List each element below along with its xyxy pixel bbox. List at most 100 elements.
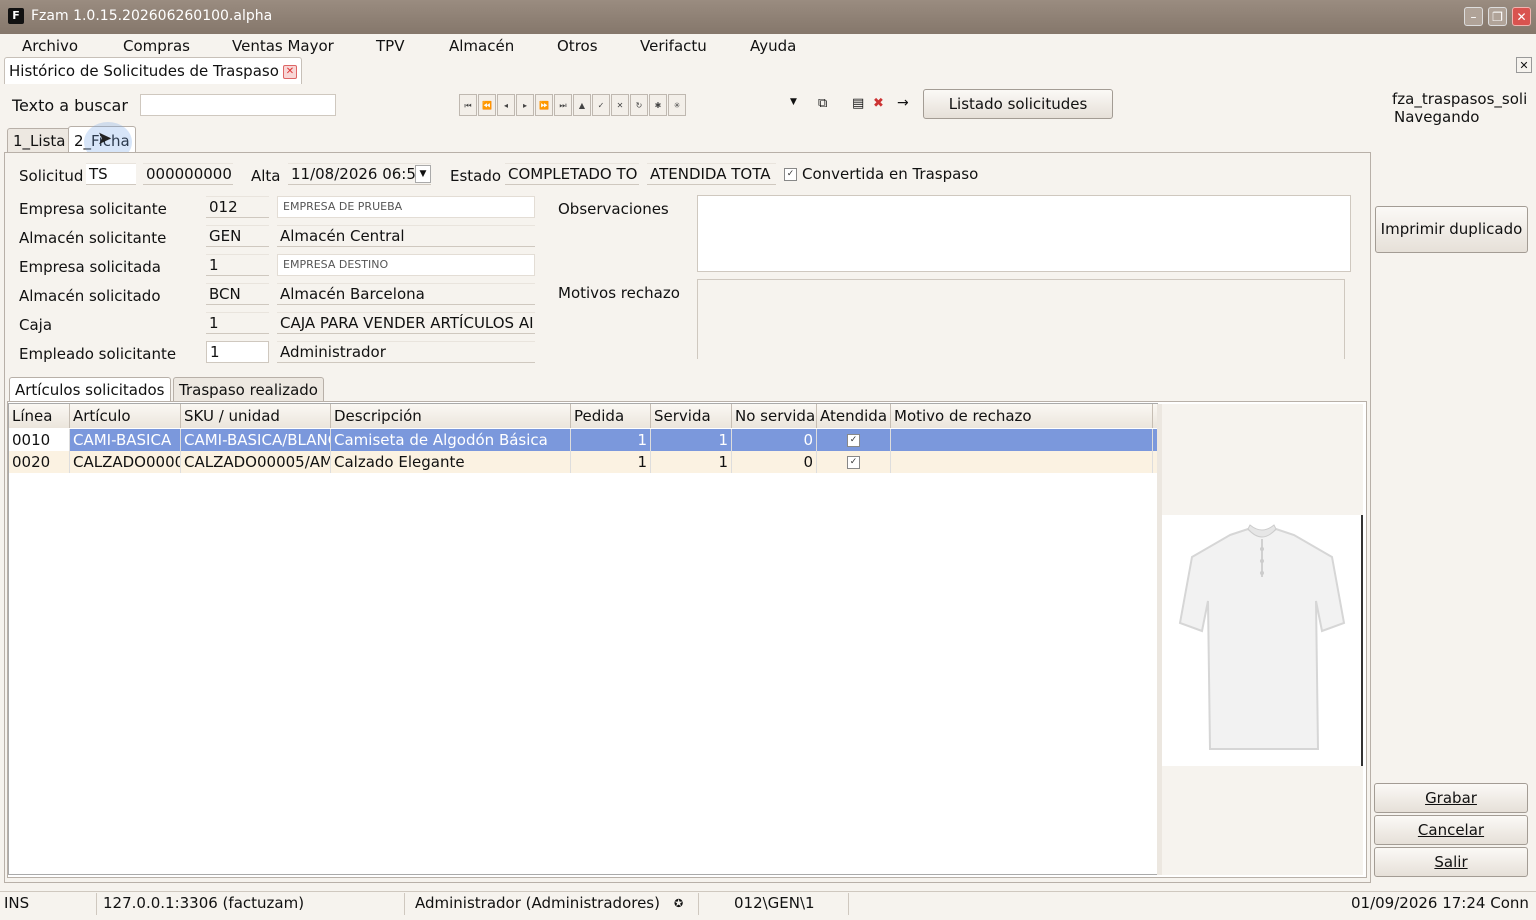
last-page-icon[interactable]: ⏭ — [554, 94, 572, 116]
status-mode: INS — [4, 894, 30, 912]
almacen-solicitante-label: Almacén solicitante — [19, 229, 167, 247]
solicitud-label: Solicitud — [19, 167, 84, 185]
confirm-icon[interactable]: ✓ — [592, 94, 610, 116]
cancel-edit-icon[interactable]: ✕ — [611, 94, 629, 116]
first-page-icon[interactable]: ⏮ — [459, 94, 477, 116]
alta-label: Alta — [251, 167, 281, 185]
listado-solicitudes-button[interactable]: Listado solicitudes — [923, 89, 1113, 119]
minimize-button[interactable]: – — [1464, 7, 1483, 26]
salir-button[interactable]: Salir — [1374, 847, 1528, 877]
search-input[interactable] — [140, 94, 336, 116]
col-header-sku[interactable]: SKU / unidad — [181, 404, 331, 428]
caja-label: Caja — [19, 316, 53, 334]
grabar-button[interactable]: Grabar — [1374, 783, 1528, 813]
col-header-descripcion[interactable]: Descripción — [331, 404, 571, 428]
bookmark-icon[interactable]: ✱ — [649, 94, 667, 116]
app-logo-icon: F — [8, 8, 24, 24]
mode-indicator: Navegando — [1394, 108, 1480, 126]
atendida-checkbox[interactable]: ✓ — [847, 456, 860, 469]
atendida-checkbox[interactable]: ✓ — [847, 434, 860, 447]
tab-traspaso-realizado[interactable]: Traspaso realizado — [173, 377, 324, 401]
copy-icon[interactable]: ⧉ — [818, 96, 827, 111]
cell-linea: 0010 — [9, 429, 70, 451]
observaciones-textarea[interactable] — [697, 195, 1351, 272]
chevron-down-icon[interactable]: ▼ — [415, 165, 431, 183]
search-label: Texto a buscar — [12, 96, 128, 115]
serie-field[interactable]: TS — [86, 163, 136, 185]
close-window-button[interactable]: ✕ — [1512, 7, 1531, 26]
estado-field-1[interactable]: COMPLETADO TO — [505, 163, 639, 185]
caja-code[interactable]: 1 — [206, 312, 269, 334]
empresa-solicitante-code[interactable]: 012 — [206, 196, 269, 218]
window-title: Fzam 1.0.15.202606260100.alpha — [31, 8, 273, 24]
delete-icon[interactable]: ✖ — [873, 96, 884, 111]
menu-almacen[interactable]: Almacén — [449, 37, 514, 55]
close-tab-icon[interactable]: ✕ — [282, 64, 297, 79]
menu-tpv[interactable]: TPV — [376, 37, 404, 55]
insert-icon[interactable]: ▲ — [573, 94, 591, 116]
cell-articulo: CAMI-BASICA — [70, 429, 181, 451]
col-header-atendida[interactable]: Atendida — [817, 404, 891, 428]
cell-descripcion: Calzado Elegante — [331, 451, 571, 473]
empresa-solicitada-label: Empresa solicitada — [19, 258, 161, 276]
numero-field[interactable]: 000000000 — [143, 163, 233, 185]
user-status-icon: ✪ — [674, 897, 684, 910]
motivos-textarea[interactable] — [697, 279, 1345, 359]
table-row[interactable]: 0020 CALZADO00005 CALZADO00005/AM Calzad… — [9, 451, 1157, 473]
dropdown-arrow-icon[interactable]: ▼ — [790, 97, 797, 107]
almacen-solicitado-name: Almacén Barcelona — [277, 283, 535, 305]
empleado-name: Administrador — [277, 341, 535, 363]
cell-motivo — [891, 429, 1153, 451]
empresa-solicitada-name: EMPRESA DESTINO — [277, 254, 535, 276]
close-panel-icon[interactable]: ✕ — [1516, 57, 1532, 73]
almacen-solicitado-code[interactable]: BCN — [206, 283, 269, 305]
cancelar-button[interactable]: Cancelar — [1374, 815, 1528, 845]
next-record-icon[interactable]: ▸ — [516, 94, 534, 116]
motivos-label: Motivos rechazo — [558, 284, 680, 302]
mouse-cursor-icon: ➤ — [97, 128, 113, 149]
menu-ventas-mayor[interactable]: Ventas Mayor — [232, 37, 334, 55]
prev-page-icon[interactable]: ⏪ — [478, 94, 496, 116]
next-page-icon[interactable]: ⏩ — [535, 94, 553, 116]
prev-record-icon[interactable]: ◂ — [497, 94, 515, 116]
menu-otros[interactable]: Otros — [557, 37, 598, 55]
image-panel-top — [1162, 404, 1363, 515]
cell-linea: 0020 — [9, 451, 70, 473]
alta-datetime-field[interactable]: 11/08/2026 06:5 — [288, 163, 431, 185]
col-header-no-servida[interactable]: No servida — [732, 404, 817, 428]
table-row[interactable]: 0010 CAMI-BASICA CAMI-BASICA/BLANCO Cami… — [9, 429, 1157, 451]
menu-archivo[interactable]: Archivo — [22, 37, 78, 55]
status-user: Administrador (Administradores) — [415, 894, 660, 912]
almacen-solicitante-code[interactable]: GEN — [206, 225, 269, 247]
refresh-icon[interactable]: ↻ — [630, 94, 648, 116]
status-divider — [698, 893, 699, 915]
export-icon[interactable]: ▤ — [852, 96, 864, 111]
cell-no-servida: 0 — [732, 429, 817, 451]
status-divider — [404, 893, 405, 915]
imprimir-duplicado-button[interactable]: Imprimir duplicado — [1375, 206, 1528, 253]
col-header-servida[interactable]: Servida — [651, 404, 732, 428]
col-header-linea[interactable]: Línea — [9, 404, 70, 428]
restore-button[interactable]: ❐ — [1488, 7, 1507, 26]
convertida-checkbox[interactable]: ✓ — [784, 168, 797, 181]
observaciones-label: Observaciones — [558, 200, 669, 218]
tab-articulos-solicitados[interactable]: Artículos solicitados — [9, 377, 171, 401]
col-header-motivo[interactable]: Motivo de rechazo — [891, 404, 1153, 428]
almacen-solicitante-name: Almacén Central — [277, 225, 535, 247]
empresa-solicitada-code[interactable]: 1 — [206, 254, 269, 276]
caja-name: CAJA PARA VENDER ARTÍCULOS AI — [277, 312, 535, 334]
cell-servida: 1 — [651, 429, 732, 451]
menu-compras[interactable]: Compras — [123, 37, 190, 55]
col-header-articulo[interactable]: Artículo — [70, 404, 181, 428]
empresa-solicitante-name: EMPRESA DE PRUEBA — [277, 196, 535, 218]
doc-tab-historico[interactable]: Histórico de Solicitudes de Traspaso ✕ — [4, 57, 302, 84]
tab-lista[interactable]: 1_Lista — [7, 128, 72, 153]
col-header-pedida[interactable]: Pedida — [571, 404, 651, 428]
empleado-code[interactable]: 1 — [206, 341, 269, 363]
arrow-right-icon[interactable]: → — [897, 95, 909, 111]
filter-icon[interactable]: ✳ — [668, 94, 686, 116]
estado-field-2[interactable]: ATENDIDA TOTA — [647, 163, 776, 185]
menu-verifactu[interactable]: Verifactu — [640, 37, 707, 55]
menu-ayuda[interactable]: Ayuda — [750, 37, 796, 55]
doc-tab-label: Histórico de Solicitudes de Traspaso — [9, 62, 279, 80]
